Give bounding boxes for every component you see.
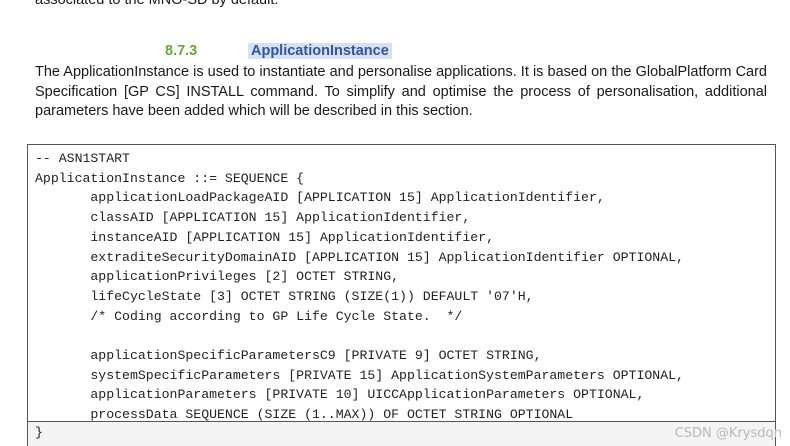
code-text: -- ASN1START ApplicationInstance ::= SEQ… bbox=[28, 145, 775, 425]
code-block-end: } bbox=[27, 421, 776, 446]
preceding-paragraph-fragment: associated to the MNO-SD by default. bbox=[35, 0, 279, 8]
code-line: extraditeSecurityDomainAID [APPLICATION … bbox=[35, 249, 684, 265]
code-line: applicationParameters [PRIVATE 10] UICCA… bbox=[35, 387, 645, 403]
code-line: lifeCycleState [3] OCTET STRING (SIZE(1)… bbox=[35, 288, 534, 304]
code-line: instanceAID [APPLICATION 15] Application… bbox=[35, 229, 494, 245]
code-line: -- ASN1START bbox=[35, 151, 130, 166]
asn1-code-block: -- ASN1START ApplicationInstance ::= SEQ… bbox=[27, 144, 776, 422]
code-line: ApplicationInstance ::= SEQUENCE { bbox=[35, 170, 305, 186]
code-line: applicationPrivileges [2] OCTET STRING, bbox=[35, 269, 400, 285]
code-line: applicationLoadPackageAID [APPLICATION 1… bbox=[35, 190, 605, 206]
code-line: systemSpecificParameters [PRIVATE 15] Ap… bbox=[35, 367, 684, 383]
code-line: /* Coding according to GP Life Cycle Sta… bbox=[35, 308, 463, 324]
code-line: classAID [APPLICATION 15] ApplicationIde… bbox=[35, 210, 471, 226]
code-closing-brace: } bbox=[35, 425, 43, 440]
section-title[interactable]: ApplicationInstance bbox=[248, 43, 392, 59]
section-number: 8.7.3 bbox=[165, 43, 198, 59]
code-line: processData SEQUENCE (SIZE (1..MAX)) OF … bbox=[35, 407, 574, 423]
watermark: CSDN @Krysdqn bbox=[674, 426, 782, 441]
code-line: applicationSpecificParametersC9 [PRIVATE… bbox=[35, 348, 542, 364]
section-paragraph: The ApplicationInstance is used to insta… bbox=[35, 64, 767, 119]
